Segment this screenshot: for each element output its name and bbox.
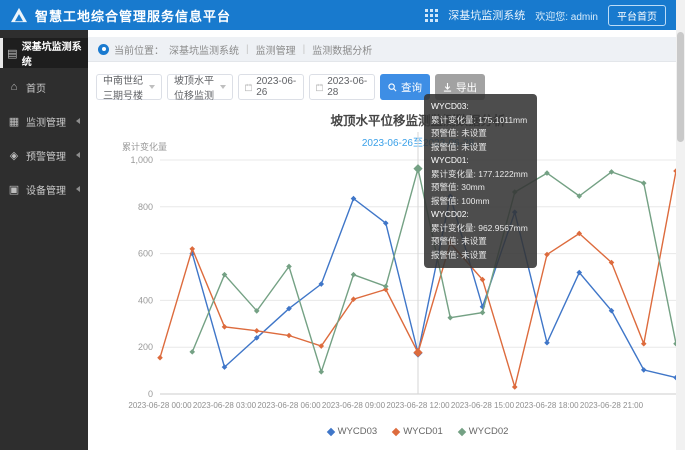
search-icon [388,83,397,92]
svg-text:2023-06-28 09:00: 2023-06-28 09:00 [322,401,386,410]
sidebar-item-monitoring[interactable]: ▦ 监测管理 [0,106,88,136]
breadcrumb-separator: | [244,44,251,55]
svg-text:200: 200 [138,342,153,352]
sidebar-item-label: 监测管理 [26,114,66,129]
export-button-label: 导出 [456,80,477,95]
main-content: 当前位置： 深基坑监测系统 | 监测管理 | 监测数据分析 中南世纪三期号楼 坡… [88,30,676,450]
svg-text:2023-06-28 21:00: 2023-06-28 21:00 [580,401,644,410]
legend-marker-icon [458,427,466,435]
svg-text:2023-06-28 15:00: 2023-06-28 15:00 [451,401,515,410]
chevron-left-icon [76,186,80,192]
system-icon: ▤ [7,47,18,60]
chevron-down-icon [149,85,155,89]
export-button[interactable]: 导出 [435,74,485,100]
legend-item[interactable]: WYCD03 [328,426,378,437]
welcome-text: 欢迎您: admin [535,8,598,23]
scrollbar-thumb[interactable] [677,32,684,142]
chart-legend: WYCD03 WYCD01 WYCD02 [160,426,676,437]
chevron-left-icon [76,118,80,124]
svg-text:600: 600 [138,249,153,259]
sidebar: ▤ 深基坑监测系统 ⌂ 首页 ▦ 监测管理 ◈ 预警管理 ▣ 设备管理 [0,30,88,450]
breadcrumb: 当前位置： 深基坑监测系统 | 监测管理 | 监测数据分析 [88,37,676,62]
breadcrumb-item[interactable]: 监测管理 [256,42,296,57]
svg-text:2023-06-28 03:00: 2023-06-28 03:00 [193,401,257,410]
platform-home-button[interactable]: 平台首页 [608,5,666,26]
svg-text:2023-06-28 00:00: 2023-06-28 00:00 [128,401,192,410]
end-date-value: 2023-06-28 [327,76,368,98]
apps-grid-icon[interactable] [425,9,438,22]
chevron-left-icon [76,152,80,158]
chevron-down-icon [220,85,226,89]
sidebar-item-alerts[interactable]: ◈ 预警管理 [0,140,88,170]
end-date-input[interactable]: 2023-06-28 [309,74,375,100]
svg-text:2023-06-28 06:00: 2023-06-28 06:00 [257,401,321,410]
project-select[interactable]: 中南世纪三期号楼 [96,74,162,100]
svg-text:2023-06-28 12:00: 2023-06-28 12:00 [386,401,450,410]
svg-text:1,000: 1,000 [130,155,153,165]
current-system-label[interactable]: 深基坑监测系统 [448,7,525,23]
sidebar-item-label: 预警管理 [26,148,66,163]
start-date-input[interactable]: 2023-06-26 [238,74,304,100]
legend-item[interactable]: WYCD01 [393,426,443,437]
legend-marker-icon [326,427,334,435]
calendar-icon [245,83,252,92]
legend-marker-icon [392,427,400,435]
calendar-icon [316,83,323,92]
filter-toolbar: 中南世纪三期号楼 坡顶水平位移监测 2023-06-26 2023-06-28 [96,74,676,100]
breadcrumb-separator: | [301,44,308,55]
query-button-label: 查询 [401,80,422,95]
sidebar-item-label: 首页 [26,80,46,95]
app-title: 智慧工地综合管理服务信息平台 [35,6,231,25]
start-date-value: 2023-06-26 [256,76,297,98]
page-scrollbar[interactable] [676,0,685,450]
breadcrumb-item[interactable]: 监测数据分析 [312,42,372,57]
location-icon [98,44,109,55]
sidebar-item-devices[interactable]: ▣ 设备管理 [0,174,88,204]
device-icon: ▣ [8,183,20,196]
svg-text:800: 800 [138,202,153,212]
svg-text:400: 400 [138,295,153,305]
app-logo-icon [10,7,28,23]
svg-text:2023-06-28 18:00: 2023-06-28 18:00 [515,401,579,410]
alert-icon: ◈ [8,149,20,162]
breadcrumb-item[interactable]: 深基坑监测系统 [169,42,239,57]
home-icon: ⌂ [8,81,20,93]
chart-area[interactable]: 坡顶水平位移监测监测数据分析 2023-06-26至2023-06-28 累计变… [96,98,680,448]
monitor-icon: ▦ [8,115,20,128]
breadcrumb-prefix: 当前位置： [114,42,164,57]
query-button[interactable]: 查询 [380,74,430,100]
top-navbar: 智慧工地综合管理服务信息平台 深基坑监测系统 欢迎您: admin 平台首页 [0,0,676,30]
monitoring-item-select[interactable]: 坡顶水平位移监测 [167,74,233,100]
legend-item[interactable]: WYCD02 [459,426,509,437]
download-icon [443,83,452,92]
sidebar-system-title: 深基坑监测系统 [22,38,84,68]
chart-canvas[interactable]: 02004006008001,0002023-06-28 00:002023-0… [96,98,680,448]
sidebar-item-label: 设备管理 [26,182,66,197]
svg-text:0: 0 [148,389,153,399]
sidebar-system-header: ▤ 深基坑监测系统 [0,38,88,68]
sidebar-item-home[interactable]: ⌂ 首页 [0,72,88,102]
